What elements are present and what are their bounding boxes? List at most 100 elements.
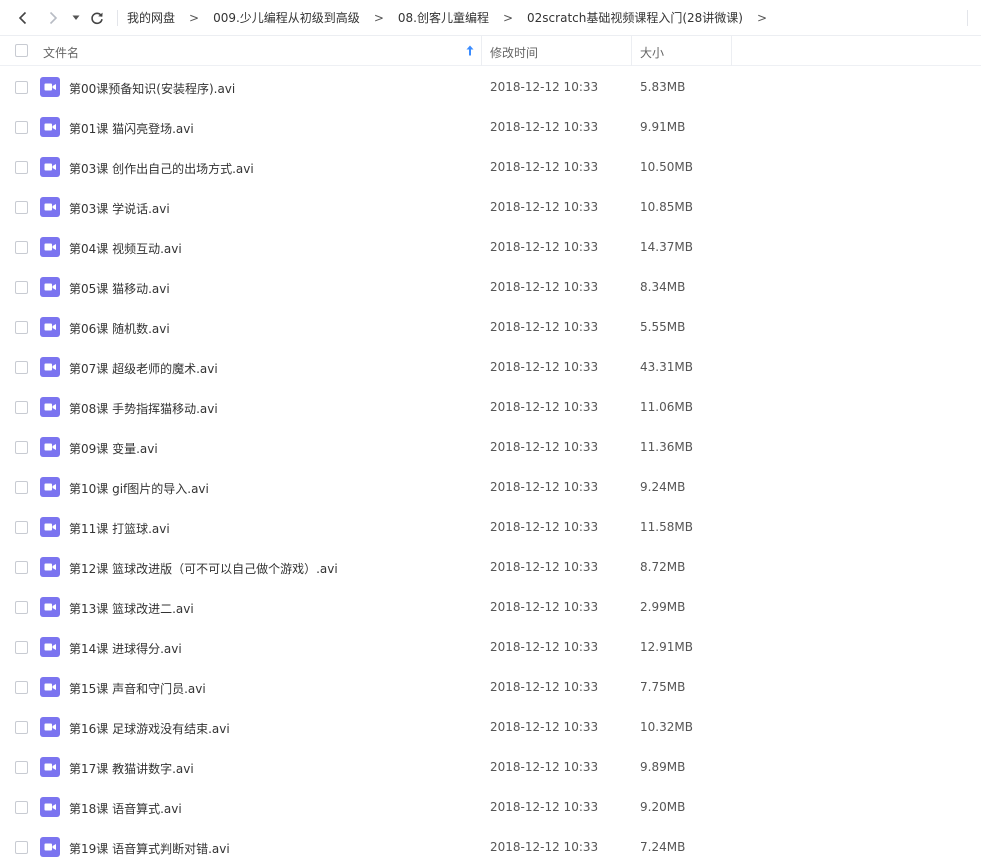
history-dropdown-button[interactable] [69, 6, 83, 30]
file-name[interactable]: 第16课 足球游戏没有结束.avi [69, 720, 230, 737]
file-size: 8.34MB [640, 280, 686, 294]
file-checkbox[interactable] [15, 841, 28, 854]
file-checkbox[interactable] [15, 801, 28, 814]
file-row[interactable]: 第16课 足球游戏没有结束.avi 2018-12-12 10:33 10.32MB [0, 707, 981, 747]
column-header-mtime[interactable]: 修改时间 [490, 44, 538, 61]
file-checkbox[interactable] [15, 281, 28, 294]
file-name[interactable]: 第17课 教猫讲数字.avi [69, 760, 194, 777]
file-checkbox[interactable] [15, 761, 28, 774]
file-name[interactable]: 第01课 猫闪亮登场.avi [69, 120, 194, 137]
file-name[interactable]: 第08课 手势指挥猫移动.avi [69, 400, 218, 417]
file-row[interactable]: 第09课 变量.avi 2018-12-12 10:33 11.36MB [0, 427, 981, 467]
file-name[interactable]: 第19课 语音算式判断对错.avi [69, 840, 230, 857]
file-name[interactable]: 第03课 学说话.avi [69, 200, 170, 217]
breadcrumb-item[interactable]: 我的网盘 [127, 9, 175, 26]
file-row[interactable]: 第12课 篮球改进版（可不可以自己做个游戏）.avi 2018-12-12 10:… [0, 547, 981, 587]
file-modified-time: 2018-12-12 10:33 [490, 200, 599, 214]
file-checkbox[interactable] [15, 121, 28, 134]
file-checkbox[interactable] [15, 561, 28, 574]
file-name[interactable]: 第13课 篮球改进二.avi [69, 600, 194, 617]
nav-divider [117, 9, 118, 26]
file-size: 9.24MB [640, 480, 686, 494]
file-name[interactable]: 第06课 随机数.avi [69, 320, 170, 337]
file-name[interactable]: 第03课 创作出自己的出场方式.avi [69, 160, 254, 177]
file-size: 8.72MB [640, 560, 686, 574]
file-row[interactable]: 第04课 视频互动.avi 2018-12-12 10:33 14.37MB [0, 227, 981, 267]
file-size: 7.24MB [640, 840, 686, 854]
file-name[interactable]: 第05课 猫移动.avi [69, 280, 170, 297]
file-name[interactable]: 第04课 视频互动.avi [69, 240, 182, 257]
file-size: 7.75MB [640, 680, 686, 694]
video-file-icon [40, 557, 60, 577]
column-header-name[interactable]: 文件名 [43, 44, 79, 61]
breadcrumb-separator: > [502, 10, 514, 25]
file-modified-time: 2018-12-12 10:33 [490, 320, 599, 334]
file-checkbox[interactable] [15, 681, 28, 694]
file-checkbox[interactable] [15, 601, 28, 614]
file-name[interactable]: 第14课 进球得分.avi [69, 640, 182, 657]
file-name[interactable]: 第00课预备知识(安装程序).avi [69, 80, 235, 97]
column-divider[interactable] [731, 36, 732, 66]
file-checkbox[interactable] [15, 241, 28, 254]
file-checkbox[interactable] [15, 521, 28, 534]
file-row[interactable]: 第01课 猫闪亮登场.avi 2018-12-12 10:33 9.91MB [0, 107, 981, 147]
video-file-icon [40, 157, 60, 177]
file-name[interactable]: 第09课 变量.avi [69, 440, 158, 457]
file-row[interactable]: 第08课 手势指挥猫移动.avi 2018-12-12 10:33 11.06MB [0, 387, 981, 427]
file-name[interactable]: 第10课 gif图片的导入.avi [69, 480, 209, 497]
select-all-checkbox[interactable] [15, 44, 28, 57]
file-row[interactable]: 第13课 篮球改进二.avi 2018-12-12 10:33 2.99MB [0, 587, 981, 627]
file-checkbox[interactable] [15, 721, 28, 734]
forward-button[interactable] [41, 6, 65, 30]
file-checkbox[interactable] [15, 321, 28, 334]
video-file-icon [40, 197, 60, 217]
video-file-icon [40, 717, 60, 737]
file-size: 9.20MB [640, 800, 686, 814]
file-size: 10.32MB [640, 720, 693, 734]
file-row[interactable]: 第15课 声音和守门员.avi 2018-12-12 10:33 7.75MB [0, 667, 981, 707]
sort-arrow-up-icon[interactable] [466, 45, 474, 56]
nav-right-divider [967, 10, 968, 26]
file-row[interactable]: 第14课 进球得分.avi 2018-12-12 10:33 12.91MB [0, 627, 981, 667]
file-checkbox[interactable] [15, 441, 28, 454]
file-checkbox[interactable] [15, 161, 28, 174]
file-row[interactable]: 第06课 随机数.avi 2018-12-12 10:33 5.55MB [0, 307, 981, 347]
file-size: 11.06MB [640, 400, 693, 414]
file-checkbox[interactable] [15, 201, 28, 214]
file-list-header: 文件名 修改时间 大小 [0, 36, 981, 66]
file-checkbox[interactable] [15, 361, 28, 374]
refresh-button[interactable] [85, 6, 109, 30]
file-row[interactable]: 第10课 gif图片的导入.avi 2018-12-12 10:33 9.24MB [0, 467, 981, 507]
file-row[interactable]: 第03课 学说话.avi 2018-12-12 10:33 10.85MB [0, 187, 981, 227]
file-checkbox[interactable] [15, 481, 28, 494]
file-row[interactable]: 第00课预备知识(安装程序).avi 2018-12-12 10:33 5.83MB [0, 67, 981, 107]
file-name[interactable]: 第18课 语音算式.avi [69, 800, 182, 817]
breadcrumb-separator: > [756, 10, 768, 25]
breadcrumb-item[interactable]: 009.少儿编程从初级到高级 [213, 9, 360, 26]
file-row[interactable]: 第17课 教猫讲数字.avi 2018-12-12 10:33 9.89MB [0, 747, 981, 787]
file-size: 11.36MB [640, 440, 693, 454]
file-row[interactable]: 第11课 打篮球.avi 2018-12-12 10:33 11.58MB [0, 507, 981, 547]
file-checkbox[interactable] [15, 401, 28, 414]
column-divider[interactable] [481, 36, 482, 66]
file-row[interactable]: 第07课 超级老师的魔术.avi 2018-12-12 10:33 43.31MB [0, 347, 981, 387]
column-header-size[interactable]: 大小 [640, 44, 664, 61]
file-name[interactable]: 第12课 篮球改进版（可不可以自己做个游戏）.avi [69, 560, 338, 577]
file-row[interactable]: 第19课 语音算式判断对错.avi 2018-12-12 10:33 7.24MB [0, 827, 981, 863]
video-file-icon [40, 357, 60, 377]
file-modified-time: 2018-12-12 10:33 [490, 680, 599, 694]
file-checkbox[interactable] [15, 81, 28, 94]
column-divider[interactable] [631, 36, 632, 66]
file-row[interactable]: 第03课 创作出自己的出场方式.avi 2018-12-12 10:33 10.50… [0, 147, 981, 187]
file-row[interactable]: 第05课 猫移动.avi 2018-12-12 10:33 8.34MB [0, 267, 981, 307]
breadcrumb-item-current[interactable]: 02scratch基础视频课程入门(28讲微课) [527, 9, 743, 26]
file-checkbox[interactable] [15, 641, 28, 654]
breadcrumb-item[interactable]: 08.创客儿童编程 [398, 9, 489, 26]
file-size: 5.83MB [640, 80, 686, 94]
file-row[interactable]: 第18课 语音算式.avi 2018-12-12 10:33 9.20MB [0, 787, 981, 827]
file-name[interactable]: 第11课 打篮球.avi [69, 520, 170, 537]
file-name[interactable]: 第15课 声音和守门员.avi [69, 680, 206, 697]
file-name[interactable]: 第07课 超级老师的魔术.avi [69, 360, 218, 377]
file-modified-time: 2018-12-12 10:33 [490, 400, 599, 414]
back-button[interactable] [11, 6, 35, 30]
